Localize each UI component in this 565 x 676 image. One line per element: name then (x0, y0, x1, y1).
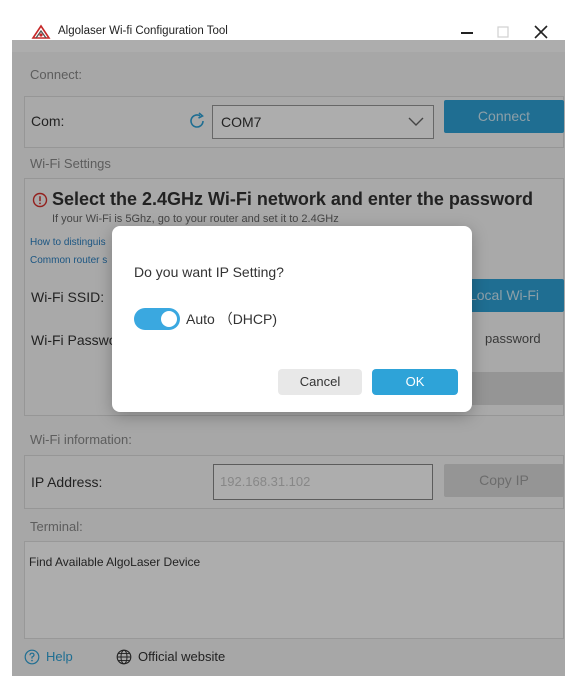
toggle-knob (161, 311, 177, 327)
ok-button[interactable]: OK (372, 369, 458, 395)
dialog-question: Do you want IP Setting? (134, 264, 284, 280)
cancel-button[interactable]: Cancel (278, 369, 362, 395)
dhcp-toggle-label: Auto （DHCP) (186, 311, 278, 327)
dhcp-toggle[interactable] (134, 308, 180, 330)
ip-setting-dialog: Do you want IP Setting? Auto （DHCP) Canc… (112, 226, 472, 412)
app-logo-icon (31, 24, 51, 39)
window-title: Algolaser Wi-fi Configuration Tool (58, 25, 228, 37)
